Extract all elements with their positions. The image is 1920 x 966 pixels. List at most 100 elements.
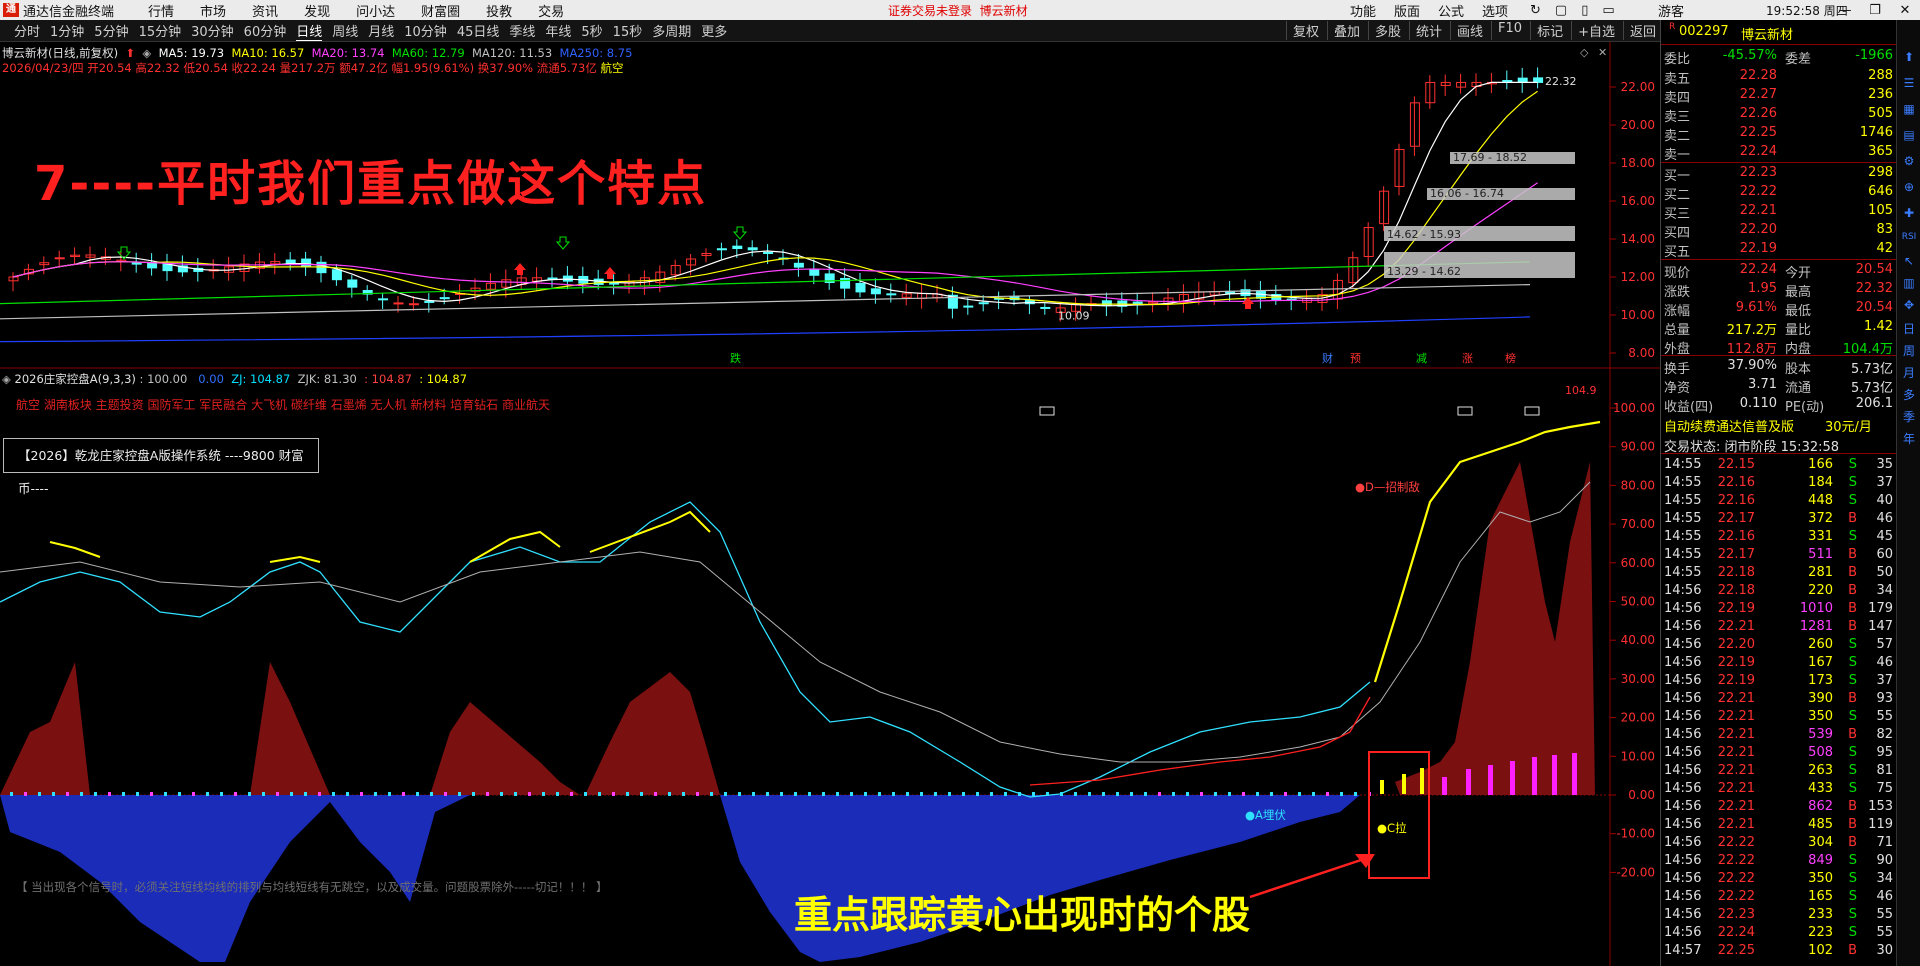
toolbar-button-7[interactable]: +自选 (1571, 21, 1615, 40)
year-icon[interactable]: 年 (1900, 430, 1918, 447)
menu-discover[interactable]: 发现 (304, 1, 330, 20)
zero-marker (1130, 792, 1133, 796)
list-icon[interactable]: ☰ (1900, 76, 1918, 90)
tick-count: 46 (1876, 655, 1893, 670)
tile-icon[interactable]: ▥ (1900, 276, 1918, 290)
bid-row: 买一 22.23 298 (1661, 163, 1897, 184)
toolbar-button-3[interactable]: 统计 (1409, 21, 1442, 40)
event-tag: 跌 (730, 351, 741, 365)
tick-vol: 331 (1808, 529, 1833, 544)
menu-circle[interactable]: 财富圈 (421, 1, 460, 20)
menu-function[interactable]: 功能 (1350, 1, 1376, 20)
toolbar-button-1[interactable]: 叠加 (1326, 21, 1360, 40)
zero-marker (1312, 792, 1315, 796)
menu-options[interactable]: 选项 (1482, 1, 1508, 20)
move-icon[interactable]: ✥ (1900, 298, 1918, 312)
doc-icon[interactable]: ▢ (1555, 3, 1567, 18)
period-2[interactable]: 5分钟 (94, 21, 128, 40)
period-5[interactable]: 60分钟 (244, 21, 287, 40)
tick-time: 14:56 (1664, 799, 1702, 814)
menu-trade[interactable]: 交易 (538, 1, 564, 20)
maximize-icon[interactable]: ❐ (1860, 3, 1890, 18)
period-6[interactable]: 日线 (296, 21, 323, 41)
grid-icon[interactable]: ▤ (1900, 128, 1918, 142)
video-icon[interactable]: ▭ (1602, 3, 1614, 18)
multi-icon[interactable]: 多 (1900, 386, 1918, 403)
rsi-icon[interactable]: RSI (1900, 232, 1918, 242)
candle-body (1517, 77, 1528, 83)
period-9[interactable]: 10分钟 (404, 21, 447, 40)
menu-layout[interactable]: 版面 (1394, 1, 1420, 20)
bid-price: 22.23 (1739, 165, 1777, 180)
zoom-icon[interactable]: ⊕ (1900, 180, 1918, 194)
tick-vol: 165 (1808, 889, 1833, 904)
cross-icon[interactable]: ✚ (1900, 206, 1918, 220)
zero-marker (990, 792, 993, 796)
period-15[interactable]: 多周期 (652, 21, 691, 40)
tick-count: 82 (1876, 727, 1893, 742)
zero-marker (822, 792, 825, 796)
stat-row: 净资 3.71 流通 5.73亿 (1661, 375, 1897, 396)
indicator-toggle-icon[interactable]: ◈ (2, 372, 11, 386)
candle-body (285, 259, 296, 264)
period-4[interactable]: 30分钟 (191, 21, 234, 40)
quarter-icon[interactable]: 季 (1900, 408, 1918, 425)
menu-ask[interactable]: 问小达 (356, 1, 395, 20)
toolbar-button-5[interactable]: F10 (1491, 21, 1522, 40)
period-1[interactable]: 1分钟 (50, 21, 84, 40)
toolbar-button-2[interactable]: 多股 (1367, 21, 1401, 40)
month-icon[interactable]: 月 (1900, 364, 1918, 381)
toolbar-button-4[interactable]: 画线 (1450, 21, 1483, 40)
day-icon[interactable]: 日 (1900, 320, 1918, 337)
magenta-bar (1510, 761, 1515, 795)
period-0[interactable]: 分时 (14, 21, 40, 40)
toolbar-button-6[interactable]: 标记 (1530, 21, 1563, 40)
up-arrow-icon[interactable]: ⬆ (1900, 50, 1918, 64)
ad-price[interactable]: 30元/月 (1825, 416, 1872, 435)
tick-price: 22.19 (1717, 601, 1755, 616)
phone-icon[interactable]: ▯ (1581, 3, 1588, 18)
tick-bs: B (1848, 691, 1857, 706)
tick-price: 22.22 (1717, 835, 1755, 850)
pointer-arrow-line (1249, 855, 1371, 899)
cursor-icon[interactable]: ↖ (1900, 254, 1918, 268)
chart-icon[interactable]: ▦ (1900, 102, 1918, 116)
menu-market[interactable]: 市场 (200, 1, 226, 20)
tick-vol: 485 (1808, 817, 1833, 832)
toolbar-button-8[interactable]: 返回 (1622, 21, 1656, 40)
chart-area[interactable]: 22.00 20.00 18.00 16.00 14.00 12.00 10.00 8.00 1… (0, 42, 1660, 966)
ad-text[interactable]: 自动续费通达信普及版 (1664, 416, 1794, 435)
period-3[interactable]: 15分钟 (139, 21, 182, 40)
period-14[interactable]: 15秒 (613, 21, 643, 40)
indicator-tick-label: 40.00 (1621, 633, 1655, 647)
trade-login-warning[interactable]: 证券交易未登录 博云新材 (888, 2, 1028, 19)
minimize-icon[interactable]: — (1830, 3, 1860, 18)
tick-vol: 511 (1808, 547, 1833, 562)
period-16[interactable]: 更多 (701, 21, 727, 40)
period-8[interactable]: 月线 (368, 21, 394, 40)
refresh-icon[interactable]: ↻ (1530, 3, 1541, 18)
menu-edu[interactable]: 投教 (486, 1, 512, 20)
close-icon[interactable]: ✕ (1890, 3, 1920, 18)
tick-vol: 223 (1808, 925, 1833, 940)
ask-vol: 365 (1868, 144, 1893, 159)
ma-toggle-icon[interactable]: ◈ (142, 46, 155, 60)
menu-news[interactable]: 资讯 (252, 1, 278, 20)
guest-user[interactable]: 游客 (1658, 1, 1684, 20)
tick-time: 14:56 (1664, 925, 1702, 940)
period-12[interactable]: 年线 (545, 21, 571, 40)
week-icon[interactable]: 周 (1900, 342, 1918, 359)
weibi-label: 委比 (1664, 52, 1691, 67)
menu-hq[interactable]: 行情 (148, 1, 174, 20)
period-13[interactable]: 5秒 (581, 21, 602, 40)
period-10[interactable]: 45日线 (457, 21, 500, 40)
candle-body (347, 279, 358, 288)
stat-value-2: 206.1 (1855, 396, 1893, 411)
menu-formula[interactable]: 公式 (1438, 1, 1464, 20)
period-11[interactable]: 季线 (509, 21, 535, 40)
stock-link[interactable]: 博云新材 (980, 4, 1028, 18)
indicator-name: 2026庄家控盘A(9,3,3) (14, 372, 136, 386)
toolbar-button-0[interactable]: 复权 (1285, 21, 1319, 40)
settings-icon[interactable]: ⚙ (1900, 154, 1918, 168)
period-7[interactable]: 周线 (332, 21, 358, 40)
